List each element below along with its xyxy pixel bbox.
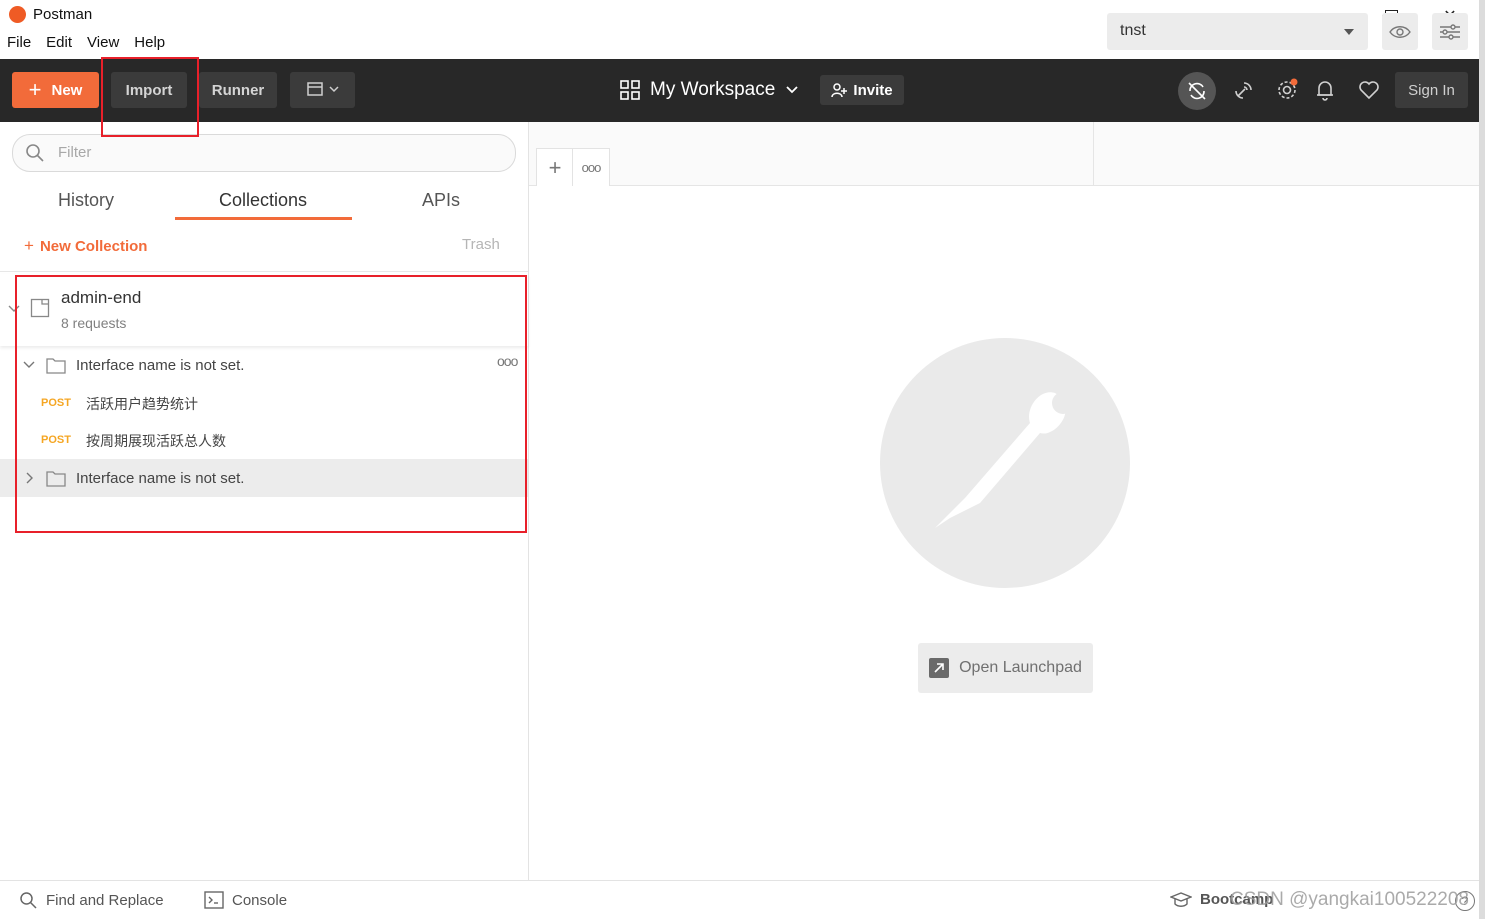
console-button[interactable]: Console (204, 891, 287, 909)
sign-in-button[interactable]: Sign In (1395, 72, 1468, 108)
window-edge-scrollbar (1479, 0, 1485, 919)
plus-icon: + (548, 154, 562, 180)
heart-icon (1359, 81, 1379, 100)
request-tab-bar: + ooo (529, 122, 1479, 186)
menu-bar: File Edit View Help (0, 34, 173, 58)
launch-icon (929, 658, 950, 678)
favorites-button[interactable] (1354, 75, 1384, 105)
status-bar: Find and Replace Console Bootcamp ? CSDN… (0, 880, 1479, 920)
console-label: Console (232, 891, 288, 909)
environment-select[interactable]: tnst (1107, 13, 1368, 50)
divider (0, 271, 528, 272)
notifications-button[interactable] (1310, 75, 1340, 105)
more-options-icon: ooo (581, 160, 602, 175)
new-window-button[interactable] (290, 72, 355, 108)
search-icon (26, 144, 44, 162)
window-title: Postman (33, 6, 93, 23)
sliders-icon (1440, 23, 1460, 40)
bell-icon (1317, 81, 1333, 101)
menu-help[interactable]: Help (134, 34, 165, 58)
chevron-down-icon (786, 86, 798, 94)
active-tab-indicator (175, 217, 352, 220)
search-icon (20, 892, 37, 909)
add-user-icon (831, 83, 848, 98)
watermark: CSDN @yangkai100522208 (1230, 889, 1469, 910)
open-launchpad-button[interactable]: Open Launchpad (918, 643, 1093, 693)
plus-icon: + (24, 236, 34, 255)
capture-button[interactable] (1229, 75, 1259, 105)
find-replace-button[interactable]: Find and Replace (19, 891, 164, 910)
postman-logo-icon (9, 6, 26, 23)
open-launchpad-label: Open Launchpad (959, 659, 1082, 676)
sync-button[interactable] (1178, 72, 1216, 110)
new-window-icon (306, 82, 339, 96)
settings-button[interactable] (1272, 75, 1302, 105)
manage-environments-button[interactable] (1432, 13, 1468, 50)
workspace-label: My Workspace (650, 79, 776, 100)
sync-off-icon (1188, 82, 1206, 100)
import-highlight-box (101, 57, 199, 137)
graduation-cap-icon (1170, 891, 1192, 907)
console-icon (204, 891, 224, 909)
menu-view[interactable]: View (87, 34, 119, 58)
trash-link[interactable]: Trash (462, 236, 500, 253)
tab-collections[interactable]: Collections (219, 190, 307, 211)
gear-icon (1278, 78, 1298, 99)
menu-edit[interactable]: Edit (46, 34, 72, 58)
plus-icon: + (28, 77, 42, 102)
new-collection-label: New Collection (39, 238, 148, 255)
tab-apis[interactable]: APIs (422, 190, 460, 211)
new-button-label: New (51, 81, 83, 99)
invite-label: Invite (853, 81, 893, 99)
find-replace-label: Find and Replace (46, 892, 164, 909)
collection-highlight-box (15, 275, 527, 533)
divider (1093, 122, 1094, 185)
eye-icon (1389, 25, 1411, 38)
environment-quick-look-button[interactable] (1382, 13, 1418, 50)
invite-button[interactable]: Invite (820, 75, 904, 105)
satellite-icon (1235, 82, 1252, 99)
runner-button[interactable]: Runner (199, 72, 277, 108)
new-button[interactable]: + New (12, 72, 99, 108)
header-toolbar: + New Import Runner My Workspace Invite (0, 59, 1479, 122)
caret-down-icon (1344, 29, 1354, 35)
postman-logo-icon (880, 338, 1130, 588)
tab-options-button[interactable]: ooo (572, 148, 610, 186)
new-collection-button[interactable]: + New Collection (24, 236, 147, 256)
environment-value: tnst (1120, 22, 1146, 39)
tab-history[interactable]: History (58, 190, 114, 211)
workspace-switcher[interactable]: My Workspace (620, 79, 799, 101)
new-tab-button[interactable]: + (536, 148, 574, 186)
grid-icon (620, 80, 640, 100)
filter-input[interactable]: Filter (12, 134, 516, 172)
filter-placeholder: Filter (58, 144, 92, 161)
menu-file[interactable]: File (7, 34, 31, 58)
